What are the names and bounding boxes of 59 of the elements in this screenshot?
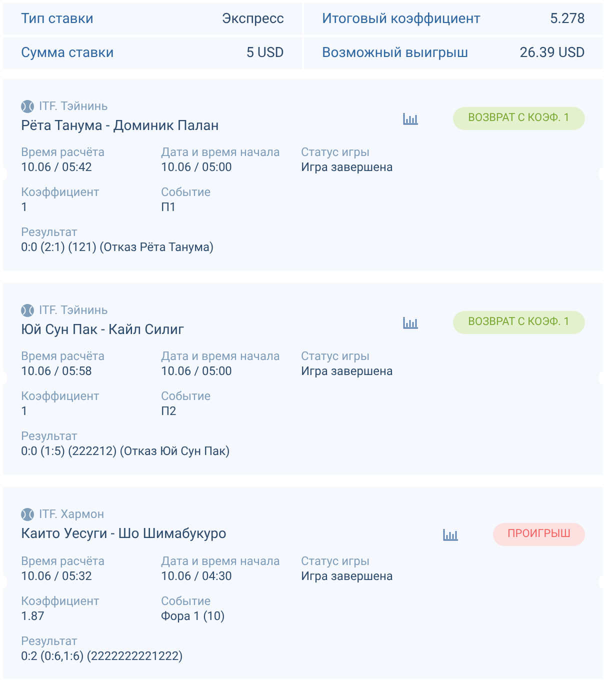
field-label: Результат bbox=[21, 225, 78, 240]
summary-label: Итоговый коэффициент bbox=[322, 10, 481, 28]
field-label: Статус игры bbox=[301, 349, 371, 364]
match-title: Рёта Танума - Доминик Палан bbox=[21, 117, 219, 136]
field-value: 1 bbox=[21, 200, 29, 215]
field-value: 1.87 bbox=[21, 609, 46, 624]
tennis-ball-icon bbox=[21, 304, 34, 316]
summary-value: 26.39 USD bbox=[520, 44, 585, 62]
summary-value: Экспресс bbox=[222, 10, 284, 28]
summary-label: Тип ставки bbox=[21, 10, 94, 28]
field-label: Статус игры bbox=[301, 145, 371, 160]
field-label: Дата и время начала bbox=[161, 554, 281, 569]
field-label: Результат bbox=[21, 634, 78, 649]
chart-icon[interactable] bbox=[403, 316, 419, 328]
field-label: Событие bbox=[161, 185, 212, 200]
field-value: 10.06 / 04:30 bbox=[161, 569, 233, 584]
field-value: 10.06 / 05:00 bbox=[161, 160, 233, 175]
field-value: 10.06 / 05:42 bbox=[21, 160, 93, 175]
field-value: 10.06 / 05:32 bbox=[21, 569, 93, 584]
status-badge: ВОЗВРАТ С КОЭФ. 1 bbox=[453, 107, 585, 130]
tournament-name: ITF. Тэйнинь bbox=[39, 98, 108, 115]
match-title: Каито Уесуги - Шо Шимабукуро bbox=[21, 525, 226, 544]
field-value: П1 bbox=[161, 200, 178, 215]
chart-icon[interactable] bbox=[443, 528, 459, 540]
field-label: Время расчёта bbox=[21, 554, 106, 569]
field-label: Дата и время начала bbox=[161, 349, 281, 364]
tournament-name: ITF. Тэйнинь bbox=[39, 302, 108, 319]
field-value: Фора 1 (10) bbox=[161, 609, 226, 624]
tennis-ball-icon bbox=[21, 100, 34, 112]
field-label: Время расчёта bbox=[21, 145, 106, 160]
field-label: Событие bbox=[161, 389, 212, 404]
field-value: Игра завершена bbox=[301, 160, 394, 175]
summary-label: Возможный выигрыш bbox=[322, 44, 468, 62]
field-label: Дата и время начала bbox=[161, 145, 281, 160]
field-label: Коэффициент bbox=[21, 594, 100, 609]
status-badge: ВОЗВРАТ С КОЭФ. 1 bbox=[453, 311, 585, 334]
tournament-name: ITF. Хармон bbox=[39, 506, 104, 523]
field-label: Коэффициент bbox=[21, 389, 100, 404]
field-label: Событие bbox=[161, 594, 212, 609]
field-value: 0:0 (2:1) (121) (Отказ Рёта Танума) bbox=[21, 240, 215, 255]
field-value: Игра завершена bbox=[301, 364, 394, 379]
field-value: 0:0 (1:5) (222212) (Отказ Юй Сун Пак) bbox=[21, 444, 231, 459]
match-title: Юй Сун Пак - Кайл Силиг bbox=[21, 321, 184, 340]
summary-value: 5 USD bbox=[246, 44, 284, 62]
field-value: 10.06 / 05:00 bbox=[161, 364, 233, 379]
summary-label: Сумма ставки bbox=[21, 44, 114, 62]
field-value: П2 bbox=[161, 404, 178, 419]
field-label: Время расчёта bbox=[21, 349, 106, 364]
field-label: Коэффициент bbox=[21, 185, 100, 200]
field-label: Результат bbox=[21, 429, 78, 444]
field-value: Игра завершена bbox=[301, 569, 394, 584]
status-badge: ПРОИГРЫШ bbox=[493, 523, 585, 546]
field-value: 10.06 / 05:58 bbox=[21, 364, 93, 379]
chart-icon[interactable] bbox=[403, 112, 419, 124]
summary-value: 5.278 bbox=[550, 10, 585, 28]
field-value: 0:2 (0:6,1:6) (2222222221222) bbox=[21, 649, 184, 664]
field-value: 1 bbox=[21, 404, 29, 419]
field-label: Статус игры bbox=[301, 554, 371, 569]
tennis-ball-icon bbox=[21, 508, 34, 520]
